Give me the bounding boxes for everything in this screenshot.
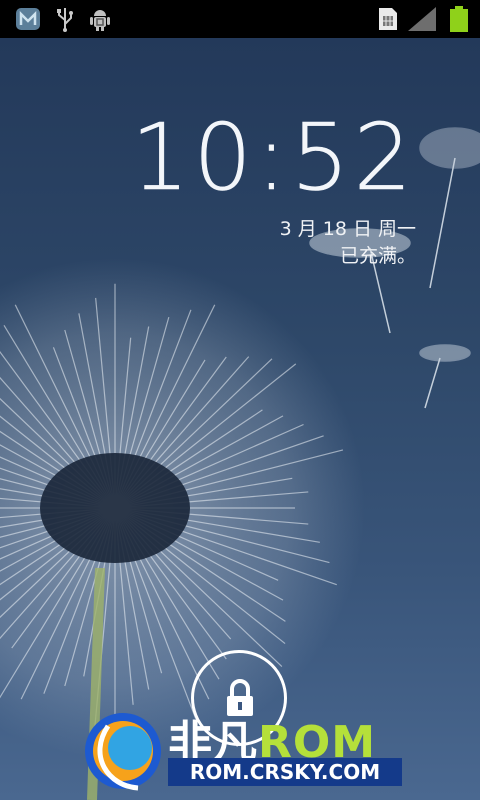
usb-icon <box>57 8 73 32</box>
crsky-logo-icon <box>85 713 161 791</box>
battery-icon <box>450 6 468 32</box>
signal-icon <box>408 7 436 31</box>
android-debug-icon <box>90 10 110 31</box>
sim-card-icon <box>379 8 397 30</box>
lockscreen-date: 3 月 18 日 周一 <box>279 218 416 240</box>
notification-app-icon <box>16 8 40 30</box>
lockscreen-clock: 10:52 <box>130 104 416 211</box>
status-bar <box>0 0 480 38</box>
watermark-url: ROM.CRSKY.COM <box>168 758 402 786</box>
lockscreen-wallpaper: 10:52 3 月 18 日 周一 已充满。 <box>0 38 480 800</box>
charging-status: 已充满。 <box>339 245 416 267</box>
